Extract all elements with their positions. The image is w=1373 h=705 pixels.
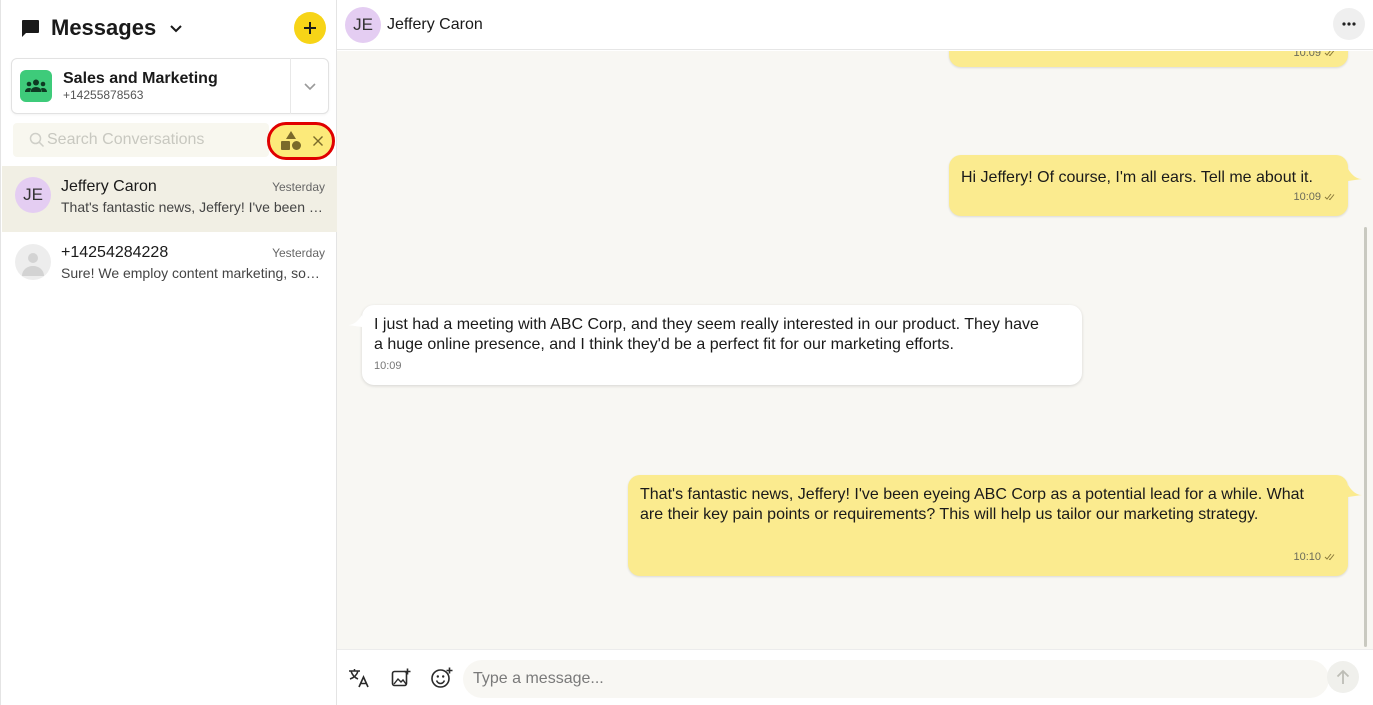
conversation-time: Yesterday [272, 180, 325, 194]
bubble-tail [1348, 485, 1362, 497]
emoji-add-icon[interactable] [430, 666, 454, 690]
search-icon [29, 132, 45, 148]
search-box [13, 123, 269, 157]
message-bubble-outgoing: 10:09 [949, 51, 1348, 67]
message-scrollbar[interactable] [1364, 227, 1367, 647]
message-bubble-outgoing: That's fantastic news, Jeffery! I've bee… [628, 475, 1362, 576]
chat-header: JE Jeffery Caron [337, 0, 1373, 50]
message-bubble-incoming: I just had a meeting with ABC Corp, and … [348, 305, 1082, 385]
more-options-button[interactable] [1333, 8, 1365, 40]
message-composer [337, 649, 1373, 705]
bubble-tail [348, 315, 362, 327]
account-name: Sales and Marketing [63, 69, 218, 87]
image-add-icon[interactable] [389, 666, 413, 690]
message-bubble-outgoing: Hi Jeffery! Of course, I'm all ears. Tel… [949, 155, 1362, 216]
message-meta: 10:09 [1293, 51, 1336, 63]
search-row [13, 122, 335, 160]
message-list[interactable]: 10:09 Hi Jeffery! Of course, I'm all ear… [337, 51, 1373, 649]
message-text: I just had a meeting with ABC Corp, and … [374, 316, 1039, 353]
message-meta: 10:09 [1293, 187, 1336, 207]
search-input[interactable] [47, 131, 247, 149]
message-text: That's fantastic news, Jeffery! I've bee… [640, 486, 1304, 523]
conversation-name: +14254284228 [61, 244, 169, 261]
message-meta: 10:10 [1293, 547, 1336, 567]
chevron-down-icon [303, 82, 316, 90]
message-time: 10:09 [1293, 51, 1321, 59]
send-button[interactable] [1327, 661, 1359, 693]
message-text: Hi Jeffery! Of course, I'm all ears. Tel… [961, 169, 1313, 186]
shapes-filter-icon[interactable] [279, 129, 303, 153]
conversation-sidebar: Messages Sales and Marketing +1425587856… [0, 0, 337, 705]
conversation-preview: Sure! We employ content marketing, socia… [61, 265, 323, 281]
message-input[interactable] [473, 670, 1313, 688]
message-input-wrapper [463, 660, 1329, 698]
message-time: 10:10 [1293, 551, 1321, 563]
chevron-down-icon[interactable] [168, 20, 184, 36]
new-conversation-button[interactable] [294, 12, 326, 44]
close-icon[interactable] [311, 134, 325, 148]
plus-icon [304, 22, 316, 34]
conversation-time: Yesterday [272, 246, 325, 260]
double-check-icon [1324, 51, 1335, 57]
person-placeholder-icon [15, 244, 51, 280]
account-dropdown-button[interactable] [290, 58, 328, 114]
contact-name[interactable]: Jeffery Caron [387, 16, 483, 34]
message-time: 10:09 [1293, 191, 1321, 203]
sidebar-header: Messages [19, 12, 326, 44]
conversation-item-jeffery-caron[interactable]: JE Jeffery Caron Yesterday That's fantas… [2, 166, 337, 232]
translate-icon[interactable] [347, 666, 371, 690]
avatar: JE [15, 177, 51, 213]
group-icon [20, 70, 52, 102]
double-check-icon [1324, 553, 1335, 561]
contact-avatar[interactable]: JE [345, 6, 381, 43]
bubble-tail [1348, 169, 1362, 181]
chat-bubble-icon [19, 17, 41, 39]
arrow-up-icon [1336, 669, 1350, 684]
account-phone: +14255878563 [63, 87, 144, 102]
more-horizontal-icon [1342, 22, 1356, 26]
message-meta: 10:09 [374, 356, 402, 376]
message-time: 10:09 [374, 360, 402, 372]
account-selector[interactable]: Sales and Marketing +14255878563 [11, 58, 329, 114]
conversation-name: Jeffery Caron [61, 178, 157, 195]
conversation-preview: That's fantastic news, Jeffery! I've bee… [61, 199, 323, 215]
sidebar-title[interactable]: Messages [51, 15, 156, 41]
account-info: Sales and Marketing +14255878563 [63, 70, 290, 103]
double-check-icon [1324, 193, 1335, 201]
conversation-filter-pill[interactable] [267, 122, 335, 160]
conversation-item-14254284228[interactable]: +14254284228 Yesterday Sure! We employ c… [2, 232, 337, 298]
